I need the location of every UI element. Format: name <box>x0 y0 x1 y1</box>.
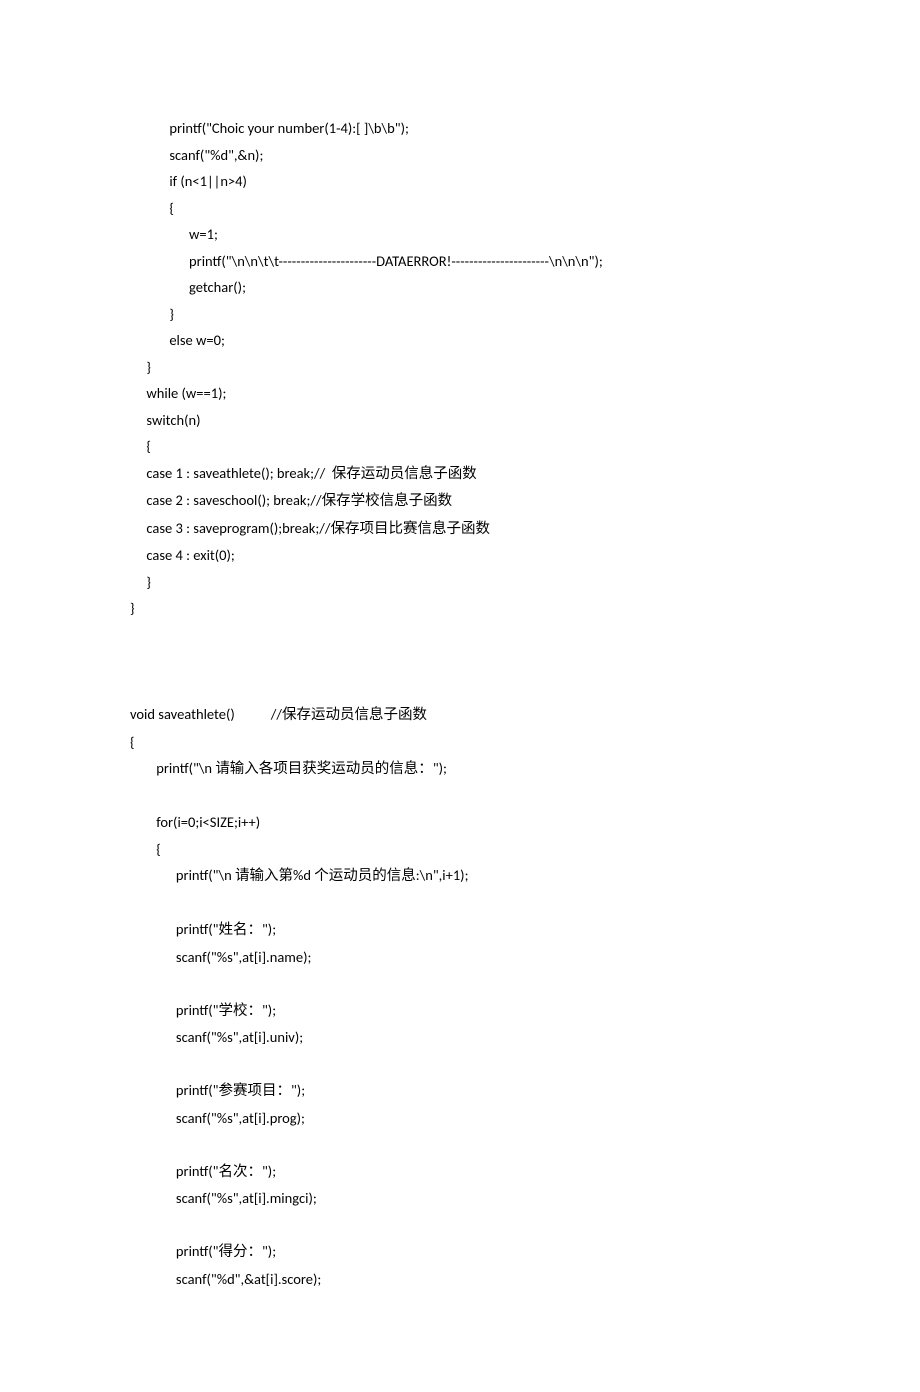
code-line: if (n<1||n>4) <box>130 172 247 190</box>
code-line: } <box>130 599 135 617</box>
code-line: printf(" <box>130 1162 218 1180</box>
code-line: printf(" <box>130 1001 218 1019</box>
code-line: printf("Choic your number(1-4):[ ]\b\b")… <box>130 119 409 137</box>
code-line: printf(" <box>130 1081 218 1099</box>
code-line: "); <box>262 1242 276 1260</box>
code-line: void saveathlete() // <box>130 705 282 723</box>
code-line: scanf("%s",at[i].prog); <box>130 1109 305 1127</box>
code-line: scanf("%s",at[i].name); <box>130 948 311 966</box>
code-line-cjk: 个运动员的信息 <box>314 868 416 884</box>
code-line: printf(" <box>130 1242 218 1260</box>
code-line: :\n",i+1); <box>416 866 469 884</box>
code-line: "); <box>262 920 276 938</box>
code-line-cjk: 姓名： <box>218 922 262 938</box>
code-line: printf("\n <box>130 866 235 884</box>
code-line: while (w==1); <box>130 384 226 402</box>
code-line: %d <box>293 866 314 884</box>
code-block: printf("Choic your number(1-4):[ ]\b\b")… <box>130 115 790 1292</box>
code-line-cjk: 保存项目比赛信息子函数 <box>330 521 490 537</box>
code-line: scanf("%s",at[i].univ); <box>130 1028 303 1046</box>
code-line-cjk: 保存运动员信息子函数 <box>282 707 427 723</box>
code-line: printf("\n\n\t\t----------------------DA… <box>130 252 603 270</box>
code-line: else w=0; <box>130 331 225 349</box>
code-line: scanf("%d",&n); <box>130 146 263 164</box>
code-line: { <box>130 199 174 217</box>
code-line: printf(" <box>130 920 218 938</box>
code-line: { <box>130 733 135 751</box>
code-line: { <box>130 437 151 455</box>
code-line: for(i=0;i<SIZE;i++) <box>130 813 260 831</box>
code-line: "); <box>262 1162 276 1180</box>
code-line-cjk: 参赛项目： <box>218 1083 291 1099</box>
code-line: { <box>130 840 161 858</box>
code-line: case 4 : exit(0); <box>130 546 235 564</box>
code-line: } <box>130 573 151 591</box>
code-line: w=1; <box>130 225 218 243</box>
code-line: case 3 : saveprogram();break;// <box>130 519 330 537</box>
code-line: printf("\n <box>130 759 215 777</box>
code-line-cjk: 保存学校信息子函数 <box>322 493 453 509</box>
code-line: } <box>130 305 174 323</box>
code-line: } <box>130 358 151 376</box>
code-line: scanf("%d",&at[i].score); <box>130 1270 321 1288</box>
code-line: "); <box>262 1001 276 1019</box>
code-line-cjk: 保存运动员信息子函数 <box>332 466 477 482</box>
code-line-cjk: 学校： <box>218 1003 262 1019</box>
code-line: case 2 : saveschool(); break;// <box>130 491 322 509</box>
code-line: "); <box>291 1081 305 1099</box>
code-line: switch(n) <box>130 411 201 429</box>
code-line-cjk: 请输入第 <box>235 868 293 884</box>
code-line: "); <box>433 759 447 777</box>
code-line-cjk: 得分： <box>218 1244 262 1260</box>
code-line: case 1 : saveathlete(); break;// <box>130 464 332 482</box>
code-line: scanf("%s",at[i].mingci); <box>130 1189 317 1207</box>
code-line-cjk: 名次： <box>218 1164 262 1180</box>
code-line-cjk: 请输入各项目获奖运动员的信息： <box>215 761 433 777</box>
code-line: getchar(); <box>130 278 246 296</box>
